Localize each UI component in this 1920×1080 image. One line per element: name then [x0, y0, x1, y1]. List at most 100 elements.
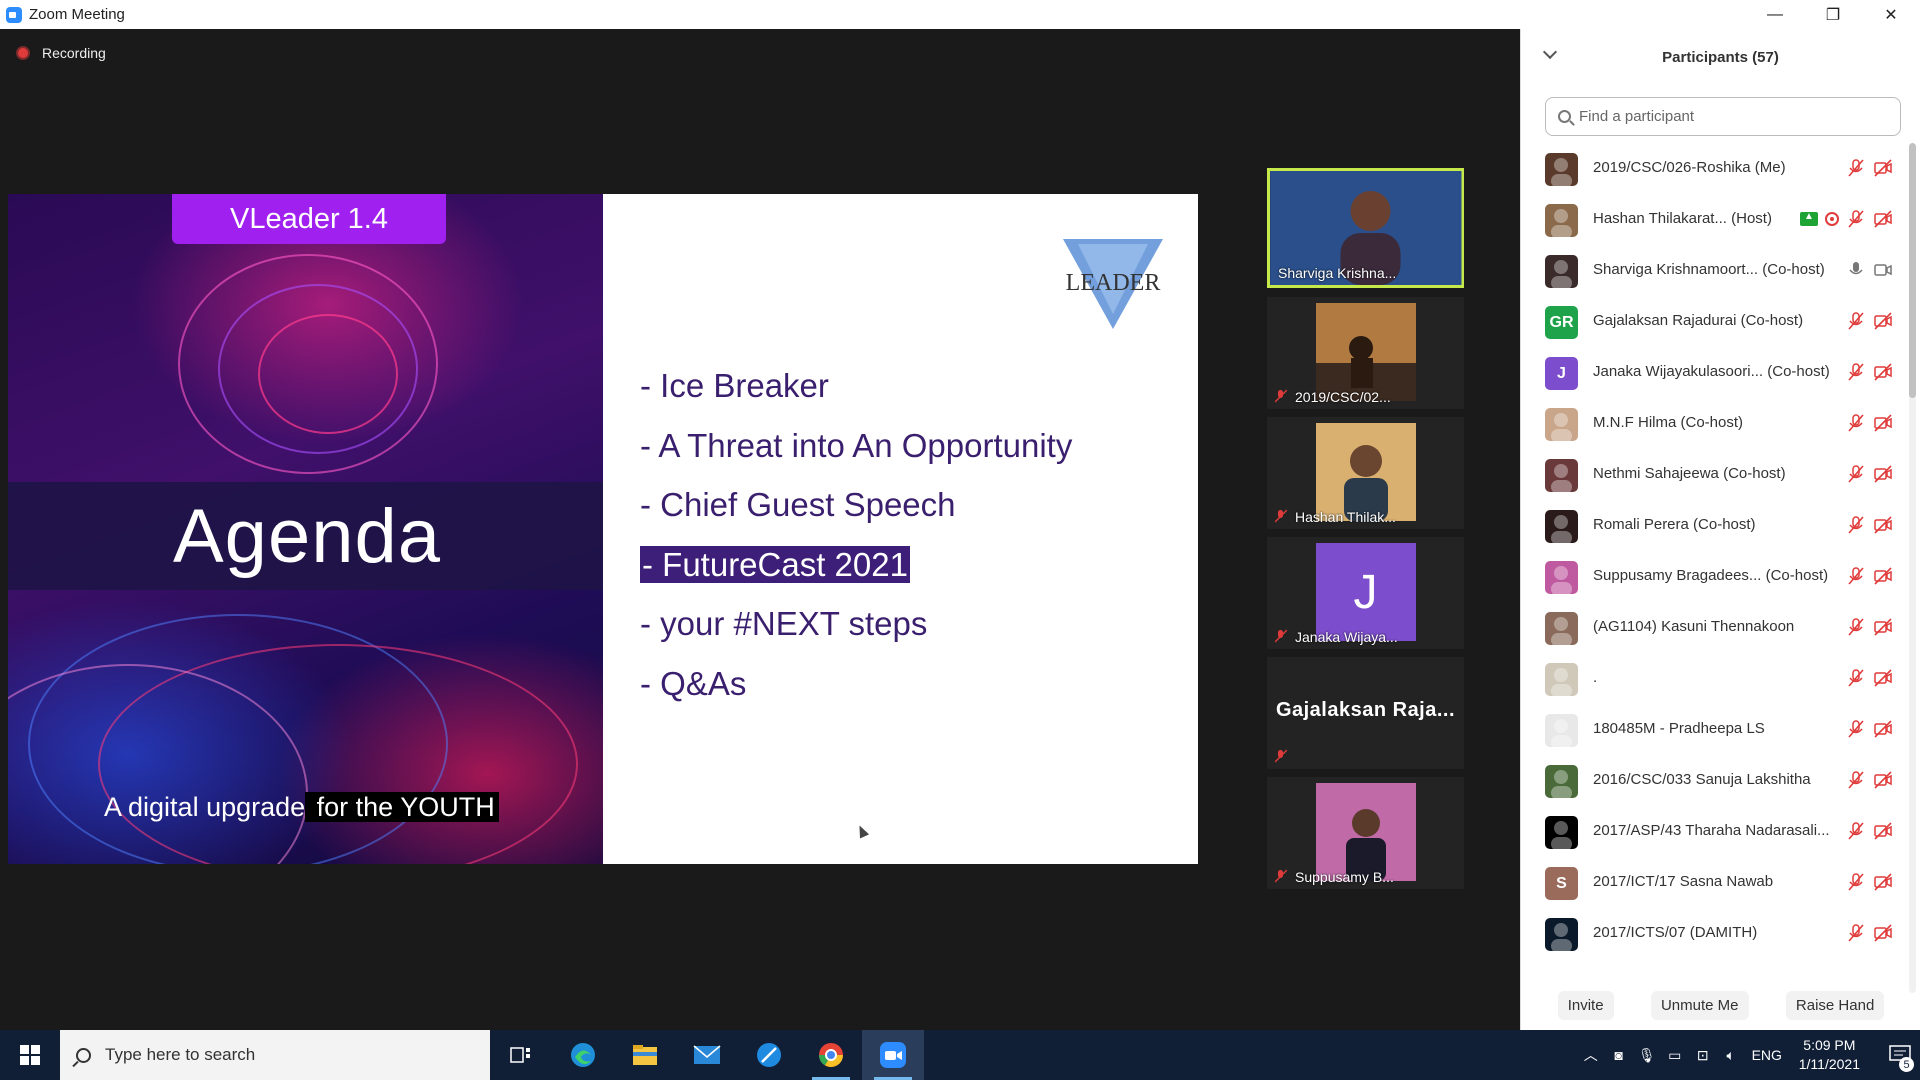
- video-off-icon[interactable]: [1873, 617, 1893, 637]
- mic-on-icon[interactable]: [1846, 260, 1866, 280]
- windows-taskbar: Type here to search ︿ ◙ 🎙︎ ▭ ⊡ 🔈︎ ENG 5:…: [0, 1030, 1920, 1080]
- participant-row[interactable]: 2017/ICTS/07 (DAMITH): [1521, 908, 1901, 959]
- mic-muted-icon[interactable]: [1846, 872, 1866, 892]
- participant-search[interactable]: [1545, 97, 1901, 136]
- video-off-icon[interactable]: [1873, 209, 1893, 229]
- video-tile[interactable]: J Janaka Wijaya...: [1267, 537, 1464, 649]
- webcam-icon[interactable]: ◙: [1605, 1047, 1633, 1063]
- file-explorer-icon[interactable]: [614, 1030, 676, 1080]
- host-badge-icon: [1800, 211, 1818, 226]
- participant-avatar: [1545, 612, 1578, 645]
- agenda-item: - Chief Guest Speech: [640, 486, 956, 523]
- start-button[interactable]: [0, 1030, 60, 1080]
- safari-like-app-icon[interactable]: [738, 1030, 800, 1080]
- video-off-icon[interactable]: [1873, 362, 1893, 382]
- participant-row[interactable]: Suppusamy Bragadees... (Co-host): [1521, 551, 1901, 602]
- mic-muted-icon[interactable]: [1846, 566, 1866, 586]
- battery-icon[interactable]: ▭: [1661, 1047, 1689, 1064]
- participant-row[interactable]: GR Gajalaksan Rajadurai (Co-host): [1521, 296, 1901, 347]
- mic-muted-icon[interactable]: [1846, 464, 1866, 484]
- video-off-icon[interactable]: [1873, 872, 1893, 892]
- participant-status-icons: [1846, 413, 1893, 433]
- volume-icon[interactable]: 🔈︎: [1717, 1047, 1745, 1064]
- video-off-icon[interactable]: [1873, 515, 1893, 535]
- video-off-icon[interactable]: [1873, 668, 1893, 688]
- video-tile[interactable]: Gajalaksan Raja...: [1267, 657, 1464, 769]
- mic-muted-icon[interactable]: [1846, 209, 1866, 229]
- participant-row[interactable]: M.N.F Hilma (Co-host): [1521, 398, 1901, 449]
- video-tile[interactable]: Hashan Thilak...: [1267, 417, 1464, 529]
- video-tile[interactable]: Suppusamy B...: [1267, 777, 1464, 889]
- video-tile-active-speaker[interactable]: Sharviga Krishna...: [1267, 168, 1464, 288]
- mic-muted-icon[interactable]: [1846, 413, 1866, 433]
- task-view-icon[interactable]: [490, 1030, 552, 1080]
- mic-muted-icon[interactable]: [1846, 719, 1866, 739]
- network-icon[interactable]: ⊡: [1689, 1047, 1717, 1064]
- video-off-icon[interactable]: [1873, 770, 1893, 790]
- video-off-icon[interactable]: [1873, 413, 1893, 433]
- video-tile[interactable]: 2019/CSC/02...: [1267, 297, 1464, 409]
- mic-muted-icon[interactable]: [1846, 668, 1866, 688]
- participant-row[interactable]: 2016/CSC/033 Sanuja Lakshitha: [1521, 755, 1901, 806]
- participant-list-scrollbar[interactable]: [1909, 143, 1916, 993]
- chrome-icon[interactable]: [800, 1030, 862, 1080]
- participant-avatar: [1545, 408, 1578, 441]
- participant-name: Hashan Thilakarat... (Host): [1593, 210, 1772, 227]
- participant-name: Gajalaksan Rajadurai (Co-host): [1593, 312, 1804, 329]
- participant-row[interactable]: Sharviga Krishnamoort... (Co-host): [1521, 245, 1901, 296]
- participant-row[interactable]: Romali Perera (Co-host): [1521, 500, 1901, 551]
- participant-status-icons: [1846, 923, 1893, 943]
- taskbar-search-placeholder: Type here to search: [105, 1045, 256, 1064]
- mic-muted-icon[interactable]: [1846, 311, 1866, 331]
- video-off-icon[interactable]: [1873, 923, 1893, 943]
- video-off-icon[interactable]: [1873, 158, 1893, 178]
- mic-muted-icon[interactable]: [1846, 617, 1866, 637]
- mic-muted-icon[interactable]: [1846, 158, 1866, 178]
- participant-row[interactable]: S 2017/ICT/17 Sasna Nawab: [1521, 857, 1901, 908]
- zoom-taskbar-icon[interactable]: [862, 1030, 924, 1080]
- participant-row[interactable]: (AG1104) Kasuni Thennakoon: [1521, 602, 1901, 653]
- mic-muted-icon[interactable]: [1846, 770, 1866, 790]
- mic-muted-icon[interactable]: [1846, 362, 1866, 382]
- notifications-icon[interactable]: 5: [1880, 1030, 1920, 1080]
- mail-icon[interactable]: [676, 1030, 738, 1080]
- show-hidden-icons-chevron-icon[interactable]: ︿: [1577, 1045, 1605, 1065]
- video-off-icon[interactable]: [1873, 311, 1893, 331]
- collapse-chevron-icon[interactable]: [1542, 44, 1558, 60]
- raise-hand-button[interactable]: Raise Hand: [1785, 990, 1885, 1020]
- unmute-me-button[interactable]: Unmute Me: [1650, 990, 1749, 1020]
- microphone-icon[interactable]: 🎙︎: [1633, 1047, 1661, 1064]
- participant-row[interactable]: J Janaka Wijayakulasoori... (Co-host): [1521, 347, 1901, 398]
- agenda-heading-band: Agenda: [8, 482, 603, 590]
- participant-row[interactable]: Nethmi Sahajeewa (Co-host): [1521, 449, 1901, 500]
- language-indicator[interactable]: ENG: [1745, 1047, 1789, 1063]
- participant-name: Janaka Wijayakulasoori... (Co-host): [1593, 363, 1830, 380]
- agenda-item: - your #NEXT steps: [640, 605, 928, 642]
- mic-muted-icon[interactable]: [1846, 923, 1866, 943]
- video-off-icon[interactable]: [1873, 719, 1893, 739]
- participant-row[interactable]: Hashan Thilakarat... (Host): [1521, 194, 1901, 245]
- search-icon: [76, 1047, 91, 1063]
- close-button[interactable]: ✕: [1862, 0, 1920, 29]
- invite-button[interactable]: Invite: [1557, 990, 1614, 1020]
- video-off-icon[interactable]: [1873, 821, 1893, 841]
- participant-search-input[interactable]: [1579, 108, 1879, 125]
- video-on-icon[interactable]: [1873, 260, 1893, 280]
- minimize-button[interactable]: —: [1746, 0, 1804, 29]
- mic-muted-icon[interactable]: [1846, 821, 1866, 841]
- video-off-icon[interactable]: [1873, 566, 1893, 586]
- restore-button[interactable]: ❐: [1804, 0, 1862, 29]
- mic-muted-icon[interactable]: [1846, 515, 1866, 535]
- participant-row[interactable]: .: [1521, 653, 1901, 704]
- participant-row[interactable]: 180485M - Pradheepa LS: [1521, 704, 1901, 755]
- participant-row[interactable]: 2017/ASP/43 Tharaha Nadarasali...: [1521, 806, 1901, 857]
- meeting-area: Recording VLeader 1.4 Agenda A digital u…: [0, 29, 1520, 1030]
- clock[interactable]: 5:09 PM 1/11/2021: [1799, 1036, 1860, 1074]
- slide-artwork: VLeader 1.4 Agenda A digital upgrade for…: [8, 194, 603, 864]
- video-off-icon[interactable]: [1873, 464, 1893, 484]
- agenda-item: - A Threat into An Opportunity: [640, 426, 1073, 464]
- taskbar-search[interactable]: Type here to search: [60, 1030, 490, 1080]
- participant-row[interactable]: 2019/CSC/026-Roshika (Me): [1521, 143, 1901, 194]
- edge-icon[interactable]: [552, 1030, 614, 1080]
- participant-initial-avatar: J: [1545, 357, 1578, 390]
